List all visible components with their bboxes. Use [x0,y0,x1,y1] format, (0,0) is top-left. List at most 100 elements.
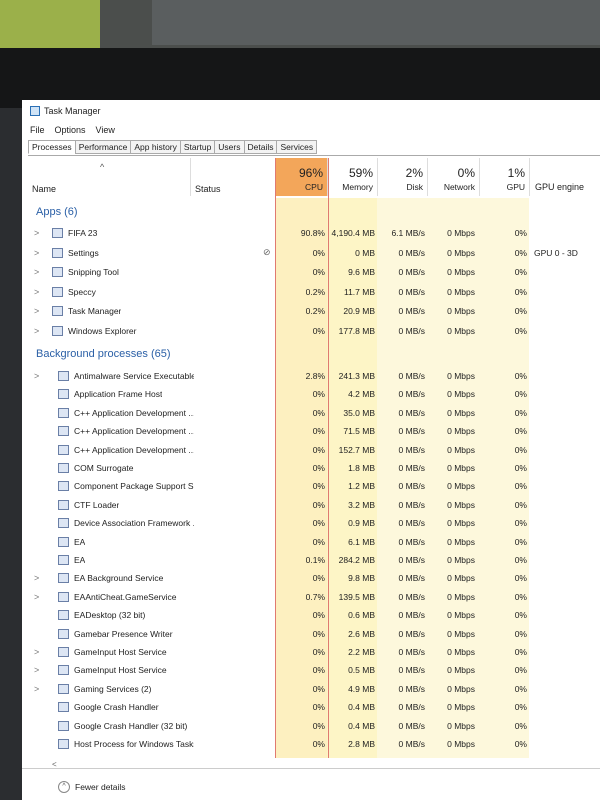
background-process-row[interactable]: > GameInput Host Service 0% 2.2 MB 0 MB/s 0 M… [22,644,600,662]
expand-chevron-icon[interactable]: > [34,306,39,316]
group-background-header[interactable]: Background processes (65) [36,348,171,360]
column-header-status[interactable]: Status [195,184,221,194]
process-cpu-value: 0% [312,739,325,749]
process-icon [52,306,63,316]
app-row[interactable]: > Speccy 0.2% 11.7 MB 0 MB/s 0 Mbps 0% [22,284,600,302]
expand-chevron-icon[interactable]: > [34,647,39,657]
expand-chevron-icon[interactable]: > [34,248,39,258]
process-icon [58,499,69,510]
process-mem-value: 1.2 MB [348,481,375,492]
expand-chevron-icon[interactable]: > [34,267,39,277]
expand-chevron-icon[interactable]: > [34,287,39,297]
process-gpu-value: 0% [514,591,527,602]
title-bar: Task Manager [30,106,101,116]
background-process-row[interactable]: CTF Loader 0% 3.2 MB 0 MB/s 0 Mbps 0% [22,497,600,515]
process-icon [58,444,69,455]
process-icon [58,389,69,400]
process-icon [58,683,69,694]
background-process-row[interactable]: > Antimalware Service Executable 2.8% 241.3… [22,368,600,386]
background-process-row[interactable]: EA 0% 6.1 MB 0 MB/s 0 Mbps 0% [22,534,600,552]
app-row[interactable]: > Windows Explorer 0% 177.8 MB 0 MB/s 0 Mbps 0… [22,323,600,341]
process-disk-value: 0 MB/s [398,463,425,473]
process-cpu-value: 0% [312,573,325,584]
column-header-network[interactable]: 0% Network [427,158,480,196]
app-row[interactable]: > Settings 0% 0 MB 0 MB/s 0 Mbps 0% GPU 0 - 3D ⊘ [22,245,600,263]
process-net-value: 0 Mbps [447,739,475,749]
process-cpu-value: 0% [312,426,325,437]
app-row[interactable]: > Task Manager 0.2% 20.9 MB 0 MB/s 0 Mbps 0% [22,303,600,321]
group-apps-header[interactable]: Apps (6) [36,206,78,218]
process-name: EAAntiCheat.GameService [74,591,177,602]
process-gpu-value: 0% [514,481,527,492]
background-process-row[interactable]: EADesktop (32 bit) 0% 0.6 MB 0 MB/s 0 Mbps 0% [22,607,600,625]
background-process-row[interactable]: EA 0.1% 284.2 MB 0 MB/s 0 Mbps 0% [22,552,600,570]
expand-chevron-icon[interactable]: > [34,228,39,238]
process-disk-value: 0 MB/s [398,665,425,676]
column-header-memory[interactable]: 59% Memory [327,158,378,196]
process-mem-value: 20.9 MB [343,306,375,316]
process-mem-value: 9.6 MB [348,267,375,277]
process-disk-value: 0 MB/s [398,426,425,437]
expand-chevron-icon[interactable]: > [34,371,39,381]
process-cpu-value: 0% [312,444,325,455]
tab-app-history[interactable]: App history [130,140,181,154]
column-header-gpu[interactable]: 1% GPU [479,158,530,196]
background-process-row[interactable]: Component Package Support S... 0% 1.2 MB 0 … [22,478,600,496]
column-header-gpu-engine[interactable]: GPU engine [529,158,600,196]
process-icon [58,610,69,621]
menu-view[interactable]: View [96,125,115,135]
process-name: Gamebar Presence Writer [74,628,173,639]
tab-performance[interactable]: Performance [74,140,132,154]
background-process-row[interactable]: C++ Application Development ... 0% 152.7 M… [22,442,600,460]
background-process-row[interactable]: > EA Background Service 0% 9.8 MB 0 MB/s 0 Mb… [22,570,600,588]
process-net-value: 0 Mbps [447,573,475,584]
tab-processes[interactable]: Processes [28,140,76,154]
process-cpu-value: 0.2% [305,286,325,297]
app-row[interactable]: > Snipping Tool 0% 9.6 MB 0 MB/s 0 Mbps 0% [22,264,600,282]
expand-chevron-icon[interactable]: > [34,326,39,336]
background-process-row[interactable]: C++ Application Development ... 0% 35.0 MB… [22,405,600,423]
fewer-details-button[interactable]: ^ Fewer details [58,781,126,793]
menu-options[interactable]: Options [55,125,86,135]
background-process-row[interactable]: > GameInput Host Service 0% 0.5 MB 0 MB/s 0 M… [22,662,600,680]
process-name: FIFA 23 [68,228,98,238]
background-process-row[interactable]: > EAAntiCheat.GameService 0.7% 139.5 MB 0 MB… [22,589,600,607]
tab-startup[interactable]: Startup [179,140,216,154]
process-gpu-value: 0% [514,518,527,529]
sort-arrow-icon[interactable]: ^ [100,162,104,172]
tab-details[interactable]: Details [243,140,278,154]
background-process-row[interactable]: Device Association Framework ... 0% 0.9 MB… [22,515,600,533]
background-process-row[interactable]: COM Surrogate 0% 1.8 MB 0 MB/s 0 Mbps 0% [22,460,600,478]
process-net-value: 0 Mbps [447,536,475,547]
process-mem-value: 71.5 MB [343,426,375,437]
process-mem-value: 2.8 MB [348,739,375,749]
process-icon [58,518,69,529]
process-gpu-value: 0% [514,463,527,473]
process-icon [58,371,69,381]
expand-chevron-icon[interactable]: > [34,592,39,602]
background-process-row[interactable]: Gamebar Presence Writer 0% 2.6 MB 0 MB/s 0 M… [22,626,600,644]
process-disk-value: 0 MB/s [398,499,425,510]
menu-file[interactable]: File [30,125,45,135]
expand-chevron-icon[interactable]: > [34,684,39,694]
tab-services[interactable]: Services [276,140,318,154]
tab-users[interactable]: Users [214,140,245,154]
process-gpu-value: 0% [514,536,527,547]
column-header-disk[interactable]: 2% Disk [377,158,428,196]
process-icon [52,228,63,238]
expand-chevron-icon[interactable]: > [34,573,39,583]
background-process-row[interactable]: Application Frame Host 0% 4.2 MB 0 MB/s 0 Mb… [22,386,600,404]
background-process-row[interactable]: C++ Application Development ... 0% 71.5 MB… [22,423,600,441]
background-process-row[interactable]: Google Crash Handler (32 bit) 0% 0.4 MB 0 M… [22,718,600,736]
process-net-value: 0 Mbps [447,518,475,529]
expand-chevron-icon[interactable]: > [34,665,39,675]
process-disk-value: 0 MB/s [398,591,425,602]
background-process-row[interactable]: Host Process for Windows Tasks 0% 2.8 MB 0 … [22,736,600,754]
app-row[interactable]: > FIFA 23 90.8% 4,190.4 MB 6.1 MB/s 0 Mbps 0% [22,225,600,243]
process-mem-value: 4.2 MB [348,389,375,400]
column-header-name[interactable]: Name [32,184,56,194]
process-gpu-engine-value: GPU 0 - 3D [534,247,578,258]
background-process-row[interactable]: Google Crash Handler 0% 0.4 MB 0 MB/s 0 Mbps… [22,699,600,717]
process-net-value: 0 Mbps [447,499,475,510]
background-process-row[interactable]: > Gaming Services (2) 0% 4.9 MB 0 MB/s 0 Mbps… [22,681,600,699]
